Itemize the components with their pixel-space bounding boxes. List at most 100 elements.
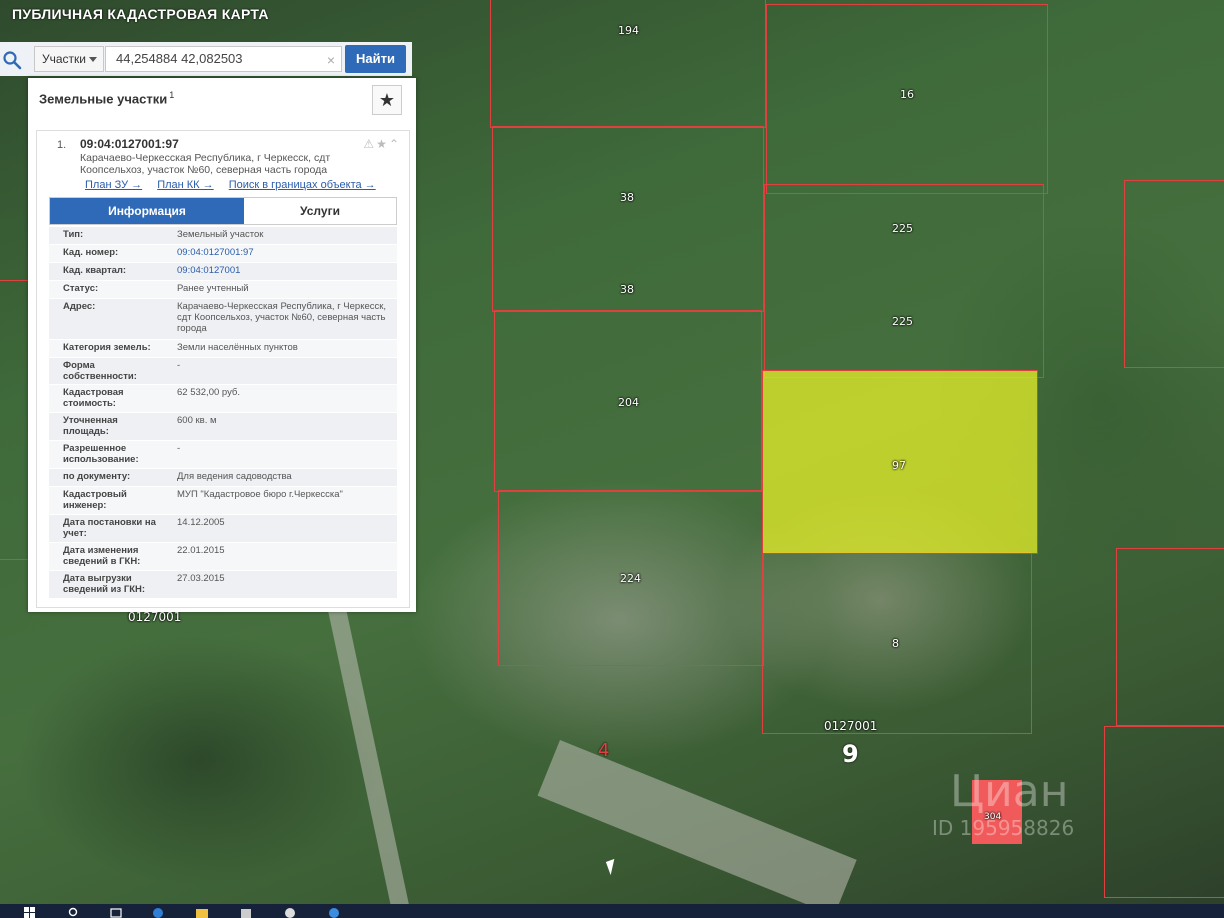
row-value: - — [177, 360, 181, 371]
row-label: Кад. квартал: — [63, 265, 127, 276]
row-value: Для ведения садоводства — [177, 471, 292, 482]
row-label: Категория земель: — [63, 342, 151, 353]
info-row: Тип: Земельный участок — [49, 227, 397, 245]
row-value: - — [177, 443, 181, 454]
row-value: 22.01.2015 — [177, 545, 225, 556]
result-number: 1. — [57, 139, 67, 151]
row-label: Кадастровая стоимость: — [63, 387, 124, 409]
parcel-label: 38 — [620, 283, 634, 296]
info-row: Адрес: Карачаево-Черкесская Республика, г… — [49, 299, 397, 340]
row-value: Земли населённых пунктов — [177, 342, 298, 353]
windows-start-icon[interactable] — [24, 907, 36, 918]
row-label: Дата изменения сведений в ГКН: — [63, 545, 141, 567]
info-row: Форма собственности: - — [49, 358, 397, 385]
info-row: Уточненная площадь: 600 кв. м — [49, 413, 397, 441]
road — [537, 740, 857, 916]
parcel-label: 225 — [892, 222, 913, 235]
watermark-logo: Циан — [950, 766, 1069, 817]
info-row: Дата изменения сведений в ГКН: 22.01.2015 — [49, 543, 397, 571]
results-count: 1 — [169, 90, 175, 100]
info-row: Кад. квартал: 09:04:0127001 — [49, 263, 397, 281]
row-value: Ранее учтенный — [177, 283, 249, 294]
link-plan-kk[interactable]: План КК → — [157, 179, 213, 191]
info-tabs: Информация Услуги — [49, 197, 397, 225]
parcel-label: 38 — [620, 191, 634, 204]
parcel-right-2[interactable] — [1116, 548, 1224, 726]
parcel-label: 8 — [892, 637, 899, 650]
results-panel: Земельные участки 1 ★ 1. 09:04:0127001:97… — [28, 78, 416, 612]
row-value[interactable]: 09:04:0127001 — [177, 265, 387, 276]
chrome-icon[interactable] — [284, 907, 296, 918]
search-type-select[interactable]: Участки — [34, 46, 104, 72]
search-icon[interactable] — [68, 907, 80, 918]
row-label: Разрешенное использование: — [63, 443, 139, 465]
quarter-label: 0127001 — [824, 719, 878, 733]
star-icon[interactable]: ★ — [376, 137, 389, 151]
panel-title-text: Земельные участки — [39, 91, 168, 107]
block-number: 9 — [842, 740, 859, 768]
star-icon: ★ — [378, 90, 396, 110]
result-links: План ЗУ → План КК → Поиск в границах объ… — [85, 179, 388, 191]
result-cadastral-id[interactable]: 09:04:0127001:97 — [80, 137, 179, 151]
watermark-id: ID 195958826 — [932, 816, 1075, 840]
parcel-225[interactable] — [764, 184, 1044, 378]
link-search-in-bounds[interactable]: Поиск в границах объекта → — [229, 179, 376, 191]
row-value: 14.12.2005 — [177, 517, 225, 528]
taskbar — [0, 904, 1224, 918]
row-value: Карачаево-Черкесская Республика, г Черке… — [177, 301, 387, 334]
parcel-label: 194 — [618, 24, 639, 37]
parcel-194[interactable] — [490, 0, 766, 128]
parcel-right-3[interactable] — [1104, 726, 1224, 898]
row-value: 62 532,00 руб. — [177, 387, 241, 398]
tab-information[interactable]: Информация — [50, 198, 244, 224]
tab-services[interactable]: Услуги — [244, 198, 396, 224]
parcel-label: 97 — [892, 459, 906, 472]
info-row: Кадастровый инженер: МУП "Кадастровое бюр… — [49, 487, 397, 515]
search-icon[interactable] — [2, 50, 22, 70]
link-plan-zu[interactable]: План ЗУ → — [85, 179, 142, 191]
row-value: МУП "Кадастровое бюро г.Черкесска" — [177, 489, 343, 500]
search-input[interactable]: 44,254884 42,082503 × — [105, 46, 342, 72]
task-view-icon[interactable] — [110, 907, 122, 918]
info-row: Дата постановки на учет: 14.12.2005 — [49, 515, 397, 543]
row-label: Дата постановки на учет: — [63, 517, 156, 539]
row-label: по документу: — [63, 471, 131, 482]
row-label: Кад. номер: — [63, 247, 119, 258]
info-table: Тип: Земельный участок Кад. номер: 09:04:0… — [49, 227, 397, 599]
app-title: ПУБЛИЧНАЯ КАДАСТРОВАЯ КАРТА — [12, 6, 269, 22]
row-value: Земельный участок — [177, 229, 264, 240]
road — [326, 601, 412, 918]
row-label: Адрес: — [63, 301, 96, 312]
row-value: 27.03.2015 — [177, 573, 225, 584]
row-label: Тип: — [63, 229, 84, 240]
favorite-star-button[interactable]: ★ — [372, 85, 402, 115]
search-bar: Участки 44,254884 42,082503 × Найти — [0, 42, 412, 76]
info-row: Кадастровая стоимость: 62 532,00 руб. — [49, 385, 397, 413]
edge-browser-icon[interactable] — [152, 907, 164, 918]
find-button[interactable]: Найти — [345, 45, 406, 73]
parcel-label: 16 — [900, 88, 914, 101]
result-card: 1. 09:04:0127001:97 ⚠★⌃ Карачаево-Черкес… — [36, 130, 410, 608]
warning-icon[interactable]: ⚠ — [363, 137, 376, 151]
info-row: Кад. номер: 09:04:0127001:97 — [49, 245, 397, 263]
folder-icon[interactable] — [196, 907, 208, 918]
result-actions[interactable]: ⚠★⌃ — [363, 137, 401, 151]
parcel-label: 225 — [892, 315, 913, 328]
row-value: 600 кв. м — [177, 415, 217, 426]
info-row: Разрешенное использование: - — [49, 441, 397, 469]
row-value[interactable]: 09:04:0127001:97 — [177, 247, 387, 258]
info-row: Статус: Ранее учтенный — [49, 281, 397, 299]
panel-title: Земельные участки 1 — [39, 90, 174, 106]
store-icon[interactable] — [240, 907, 252, 918]
row-label: Уточненная площадь: — [63, 415, 118, 437]
info-row: Дата выгрузки сведений из ГКН: 27.03.2015 — [49, 571, 397, 599]
search-type-label: Участки — [42, 52, 86, 66]
app-icon[interactable] — [328, 907, 340, 918]
chevron-up-icon[interactable]: ⌃ — [389, 137, 401, 151]
block-number: 4 — [598, 740, 610, 761]
row-label: Дата выгрузки сведений из ГКН: — [63, 573, 146, 595]
parcel-right-1[interactable] — [1124, 180, 1224, 368]
clear-icon[interactable]: × — [327, 48, 335, 72]
search-input-value: 44,254884 42,082503 — [116, 51, 243, 66]
chevron-down-icon — [89, 57, 97, 62]
